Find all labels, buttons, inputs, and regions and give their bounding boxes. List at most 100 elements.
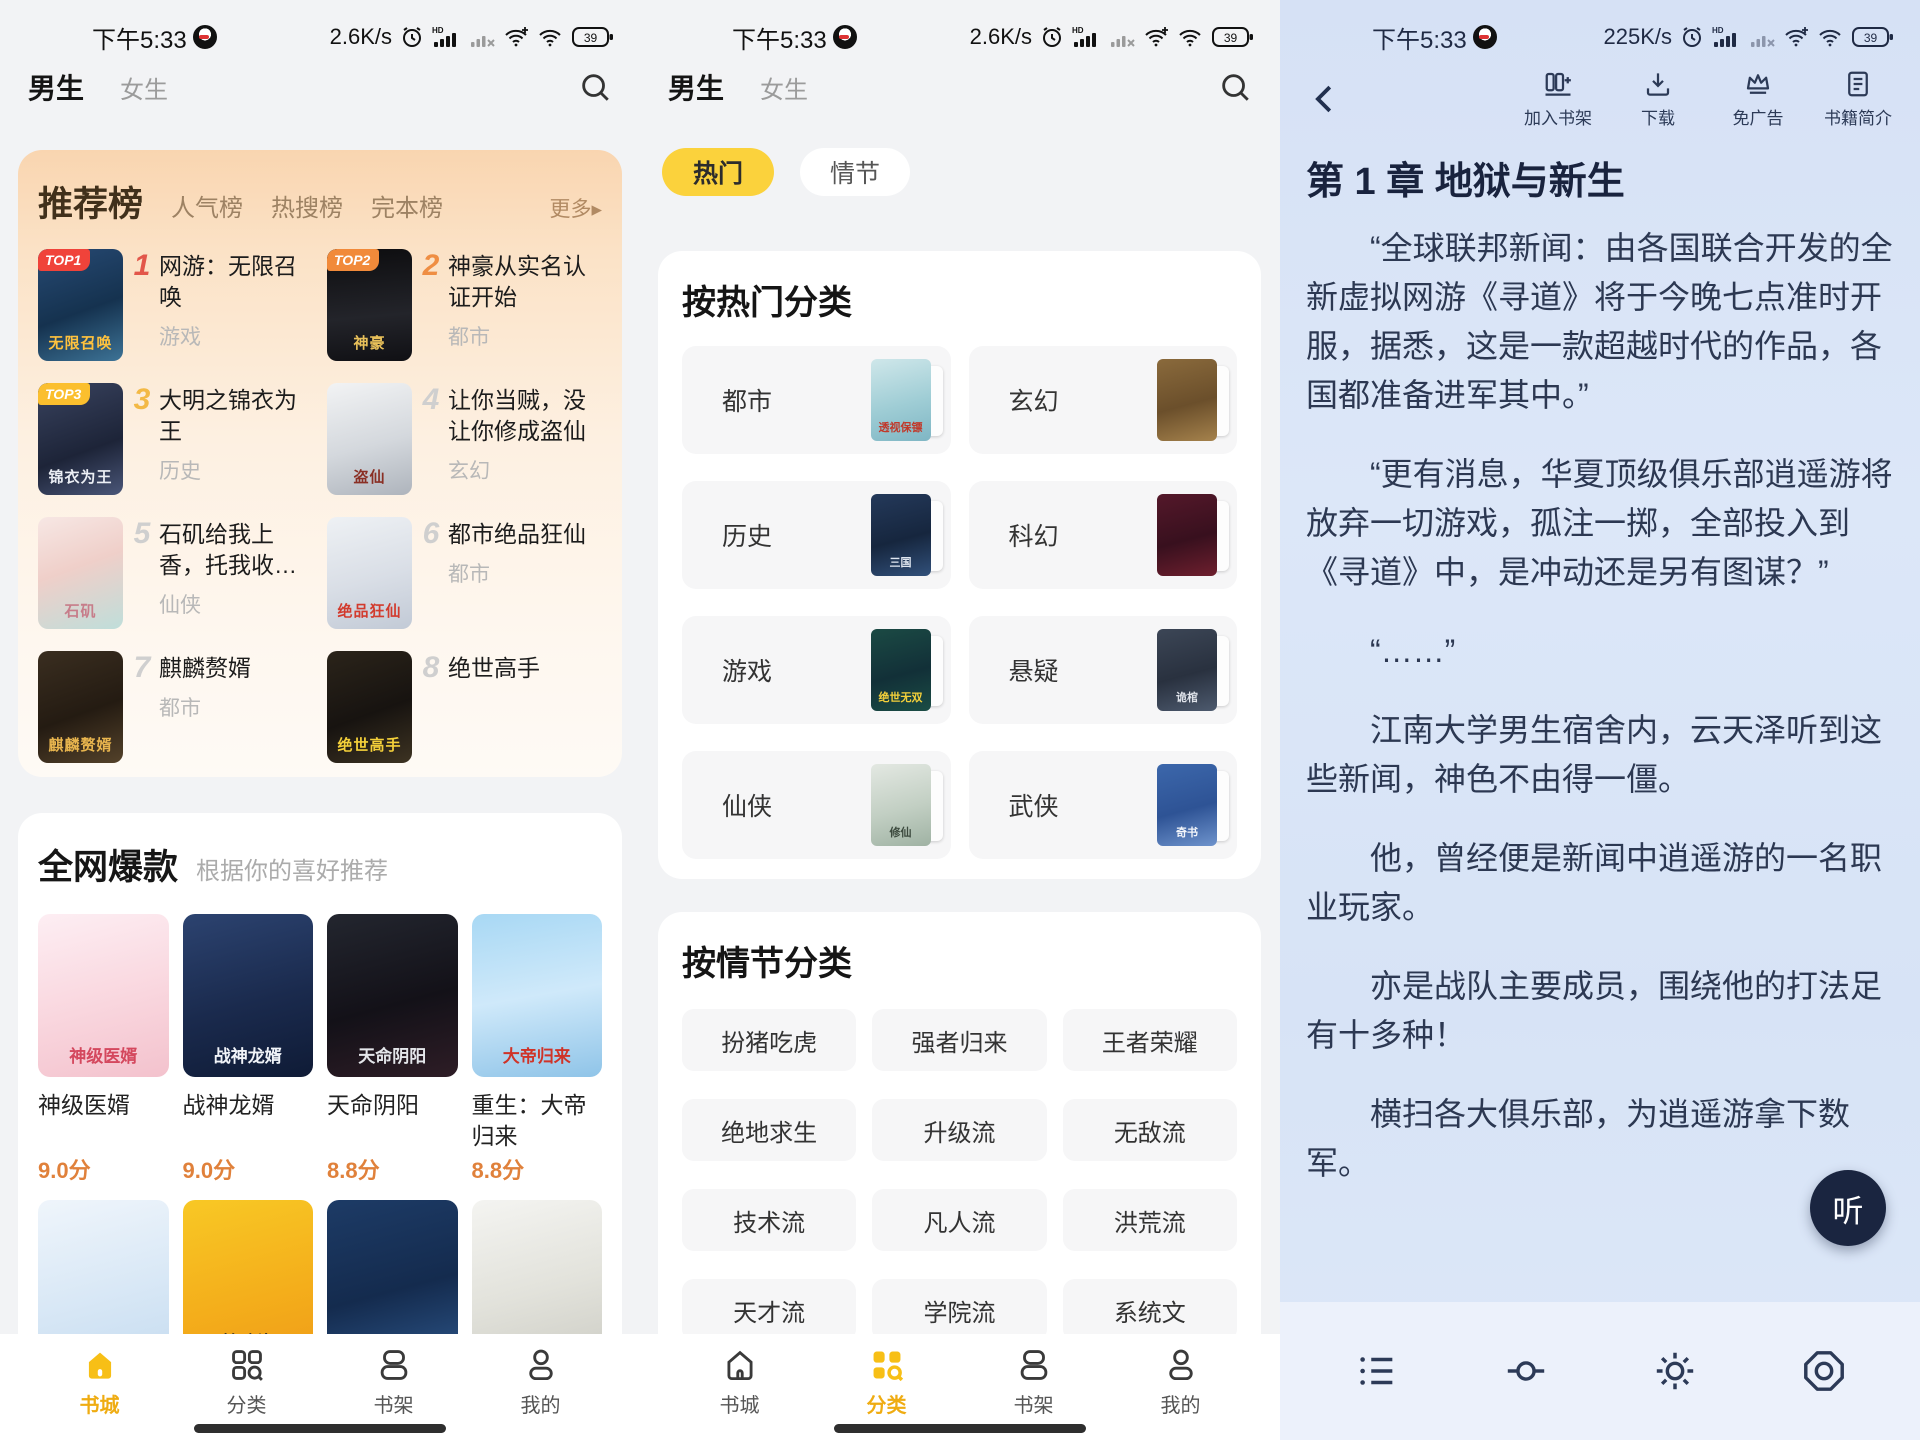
qq-penguin-icon: [833, 25, 857, 49]
nav-item-bookshelf[interactable]: 书架: [986, 1346, 1082, 1418]
rank-book-8[interactable]: 绝世高手 8 绝世高手: [327, 651, 602, 763]
rank-tab-recommend[interactable]: 推荐榜: [38, 176, 143, 227]
bookshelf-icon: [375, 1346, 413, 1384]
plot-tag[interactable]: 王者荣耀: [1063, 1009, 1237, 1071]
category-mode-pills: 热门 情节: [640, 148, 1280, 196]
rank-tab-completed[interactable]: 完本榜: [371, 188, 443, 223]
rank-book-6[interactable]: 绝品狂仙 6 都市绝品狂仙都市: [327, 517, 602, 629]
book-info-button[interactable]: 书籍简介: [1822, 69, 1894, 129]
plot-tag[interactable]: 系统文: [1063, 1279, 1237, 1341]
hot-book-1[interactable]: 神级医婿 神级医婿 9.0分: [38, 914, 169, 1185]
network-speed: 2.6K/s: [970, 24, 1032, 50]
nav-item-bookshelf[interactable]: 书架: [346, 1346, 442, 1418]
tab-female[interactable]: 女生: [120, 70, 168, 105]
nav-item-mine[interactable]: 我的: [1133, 1346, 1229, 1418]
book-category: 历史: [159, 455, 313, 485]
rank-card-header: 推荐榜 人气榜 热搜榜 完本榜 更多▸: [38, 176, 602, 227]
rank-book-3[interactable]: TOP3锦衣为王 3 大明之锦衣为王历史: [38, 383, 313, 495]
plot-tag[interactable]: 天才流: [682, 1279, 856, 1341]
wifi-plus-icon: [1784, 25, 1810, 49]
plot-tag[interactable]: 绝地求生: [682, 1099, 856, 1161]
category-cell-fantasy[interactable]: 玄幻: [969, 346, 1238, 454]
category-cell-wuxia[interactable]: 武侠奇书: [969, 751, 1238, 859]
book-title: 重生：大帝归来: [472, 1090, 603, 1152]
chapter-text[interactable]: “全球联邦新闻：由各国联合开发的全新虚拟网游《寻道》将于今晚七点准时开服，据悉，…: [1306, 224, 1898, 1440]
rank-tab-hotsearch[interactable]: 热搜榜: [271, 188, 343, 223]
plot-tag[interactable]: 洪荒流: [1063, 1189, 1237, 1251]
network-speed: 225K/s: [1604, 24, 1673, 50]
book-cover: TOP2神豪: [327, 249, 412, 361]
category-cell-urban[interactable]: 都市透视保镖: [682, 346, 951, 454]
hot-book-4[interactable]: 大帝归来 重生：大帝归来 8.8分: [472, 914, 603, 1185]
ad-free-crown-icon: [1743, 69, 1773, 99]
category-cell-game[interactable]: 游戏绝世无双: [682, 616, 951, 724]
brightness-icon[interactable]: [1652, 1348, 1698, 1394]
plot-tag[interactable]: 技术流: [682, 1189, 856, 1251]
pill-plot[interactable]: 情节: [800, 148, 910, 196]
plot-tag[interactable]: 升级流: [872, 1099, 1046, 1161]
plot-tag[interactable]: 学院流: [872, 1279, 1046, 1341]
home-icon: [81, 1346, 119, 1384]
tab-male[interactable]: 男生: [28, 67, 84, 107]
status-bar: 下午5:33 2.6K/s HD 39: [0, 0, 640, 66]
three-screen-collage: 下午5:33 2.6K/s HD 39 男生 女生 推荐榜 人气榜 热搜榜 完本…: [0, 0, 1920, 1440]
hd-signal-bars-icon: HD: [1712, 25, 1742, 49]
download-button[interactable]: 下载: [1622, 69, 1694, 129]
screen-store-home: 下午5:33 2.6K/s HD 39 男生 女生 推荐榜 人气榜 热搜榜 完本…: [0, 0, 640, 1440]
book-cover: 大帝归来: [472, 914, 603, 1077]
add-to-shelf-button[interactable]: 加入书架: [1522, 69, 1594, 129]
rank-book-7[interactable]: 麒麟赘婿 7 麒麟赘婿都市: [38, 651, 313, 763]
settings-gear-icon[interactable]: [1801, 1348, 1847, 1394]
screen-category: 下午5:33 2.6K/s HD 39 男生 女生 热门 情节 按热门分类 都市…: [640, 0, 1280, 1440]
category-thumb-cover: 奇书: [1157, 764, 1217, 846]
search-icon[interactable]: [1218, 70, 1252, 104]
paragraph: 亦是战队主要成员，围绕他的打法足有十多种！: [1306, 962, 1898, 1060]
battery-icon: 39: [1852, 25, 1894, 49]
nav-item-bookstore[interactable]: 书城: [52, 1346, 148, 1418]
nav-item-category[interactable]: 分类: [839, 1346, 935, 1418]
tab-female[interactable]: 女生: [760, 70, 808, 105]
wifi-plus-icon: [1144, 25, 1170, 49]
ad-free-button[interactable]: 免广告: [1722, 69, 1794, 129]
book-title: 神豪从实名认证开始: [448, 251, 602, 313]
nav-item-bookstore[interactable]: 书城: [692, 1346, 788, 1418]
plot-tag[interactable]: 凡人流: [872, 1189, 1046, 1251]
book-cover: 战神龙婿: [183, 914, 314, 1077]
alarm-clock-icon: [1680, 25, 1704, 49]
plot-tag[interactable]: 无敌流: [1063, 1099, 1237, 1161]
table-of-contents-icon[interactable]: [1354, 1348, 1400, 1394]
category-cell-history[interactable]: 历史三国: [682, 481, 951, 589]
rank-number: 7: [127, 653, 157, 763]
section-title: 按情节分类: [682, 936, 1237, 985]
screen-reader: 下午5:33 225K/s HD 39 加入书架 下载: [1280, 0, 1920, 1440]
category-thumb-cover: 诡棺: [1157, 629, 1217, 711]
category-cell-suspense[interactable]: 悬疑诡棺: [969, 616, 1238, 724]
home-indicator[interactable]: [194, 1424, 446, 1433]
pill-hot[interactable]: 热门: [662, 148, 774, 196]
rank-book-1[interactable]: TOP1无限召唤 1 网游：无限召唤游戏: [38, 249, 313, 361]
progress-slider-icon[interactable]: [1503, 1348, 1549, 1394]
listen-button[interactable]: 听: [1810, 1170, 1886, 1246]
back-icon[interactable]: [1306, 80, 1344, 118]
category-cell-xianxia[interactable]: 仙侠修仙: [682, 751, 951, 859]
rank-tab-popularity[interactable]: 人气榜: [171, 188, 243, 223]
plot-tag[interactable]: 强者归来: [872, 1009, 1046, 1071]
rank-book-2[interactable]: TOP2神豪 2 神豪从实名认证开始都市: [327, 249, 602, 361]
rank-book-5[interactable]: 石矶 5 石矶给我上香，托我收…仙侠: [38, 517, 313, 629]
person-icon: [1162, 1346, 1200, 1384]
rank-book-4[interactable]: 盗仙 4 让你当贼，没让你修成盗仙玄幻: [327, 383, 602, 495]
person-icon: [522, 1346, 560, 1384]
home-indicator[interactable]: [834, 1424, 1086, 1433]
hot-book-2[interactable]: 战神龙婿 战神龙婿 9.0分: [183, 914, 314, 1185]
hot-book-row1: 神级医婿 神级医婿 9.0分 战神龙婿 战神龙婿 9.0分 天命阴阳 天命阴阳 …: [38, 914, 602, 1185]
hot-book-3[interactable]: 天命阴阳 天命阴阳 8.8分: [327, 914, 458, 1185]
tab-male[interactable]: 男生: [668, 67, 724, 107]
top2-badge: TOP2: [327, 249, 379, 271]
category-cell-scifi[interactable]: 科幻: [969, 481, 1238, 589]
plot-tag[interactable]: 扮猪吃虎: [682, 1009, 856, 1071]
paragraph: 他，曾经便是新闻中逍遥游的一名职业玩家。: [1306, 834, 1898, 932]
search-icon[interactable]: [578, 70, 612, 104]
nav-item-mine[interactable]: 我的: [493, 1346, 589, 1418]
nav-item-category[interactable]: 分类: [199, 1346, 295, 1418]
more-link[interactable]: 更多▸: [549, 193, 602, 223]
